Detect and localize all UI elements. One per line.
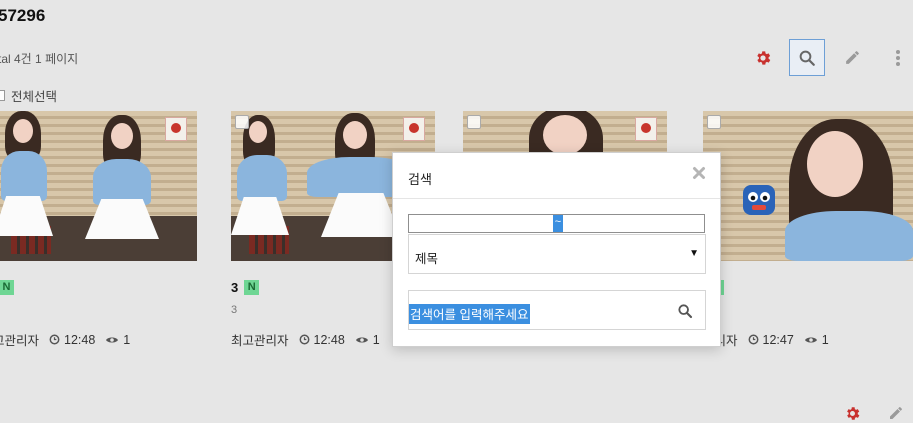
view-count: 1 [123,332,131,347]
view-count: 1 [372,332,380,347]
new-badge: N [244,279,260,295]
search-field-select[interactable]: 제목 ▼ [408,234,706,274]
author: 고관리자 [0,334,40,348]
dropdown-arrow-icon: ▼ [689,248,699,259]
clock-icon [49,334,60,345]
board-toolbar [745,39,913,77]
view-count: 1 [821,332,829,347]
modal-title: 검색 [408,172,432,187]
person-figure [0,111,65,261]
board-title: 57296 [0,6,46,25]
new-badge: N [0,279,14,295]
keyword-placeholder: 검색어를 입력해주세요 [409,304,531,324]
card-title[interactable]: N [703,278,907,296]
gear-icon [757,50,771,65]
card-title-text[interactable]: 3 [231,280,238,295]
gear-icon [847,407,860,420]
pencil-icon [890,407,902,419]
settings-button[interactable] [745,39,781,76]
select-all-label: 전체선택 [11,90,58,104]
select-checkbox[interactable] [467,115,481,129]
close-icon[interactable] [692,166,706,180]
date-range-input[interactable]: ~ [408,214,705,233]
post-time: 12:48 [313,332,345,347]
select-all[interactable]: 전체선택 [0,86,57,105]
card-info: 관리자 12:47 1 [703,330,907,349]
select-all-checkbox[interactable] [0,90,5,101]
mascot-toy [743,185,775,215]
card-subtitle [703,304,907,318]
bottom-settings-button[interactable] [844,405,861,423]
person-figure [231,111,295,261]
bottom-toolbar [844,405,913,423]
search-field-value: 제목 [415,252,439,266]
person-figure [785,111,913,261]
write-button[interactable] [834,39,870,76]
pencil-icon [845,51,859,64]
card-info: 고관리자 12:48 1 [0,330,197,349]
search-modal: 검색 ~ 제목 ▼ 검색어를 입력해주세요 [392,152,721,347]
post-time: 12:47 [762,332,794,347]
post-time: 12:48 [64,332,96,347]
author: 최고관리자 [231,334,289,348]
clock-icon [748,334,758,345]
bottom-write-button[interactable] [888,405,904,423]
person-figure [79,111,179,261]
sticker-image [635,117,657,141]
search-icon [799,50,815,66]
modal-header: 검색 [393,153,720,199]
select-checkbox[interactable] [707,115,721,129]
card-title[interactable]: N [0,278,197,296]
card-thumbnail[interactable] [703,111,913,261]
card-thumbnail[interactable] [0,111,197,261]
clock-icon [299,334,309,345]
eye-icon [355,336,368,343]
search-button[interactable] [789,39,825,76]
search-icon[interactable] [677,303,693,319]
eye-icon [804,336,817,343]
keyword-input[interactable]: 검색어를 입력해주세요 [408,290,706,330]
more-vertical-icon [896,49,900,66]
more-button[interactable] [880,39,913,76]
date-separator: ~ [553,215,563,232]
card-subtitle [0,304,197,318]
total-info: tal 4건 1 페이지 [0,52,79,66]
eye-icon [106,336,119,343]
select-checkbox[interactable] [235,115,249,129]
